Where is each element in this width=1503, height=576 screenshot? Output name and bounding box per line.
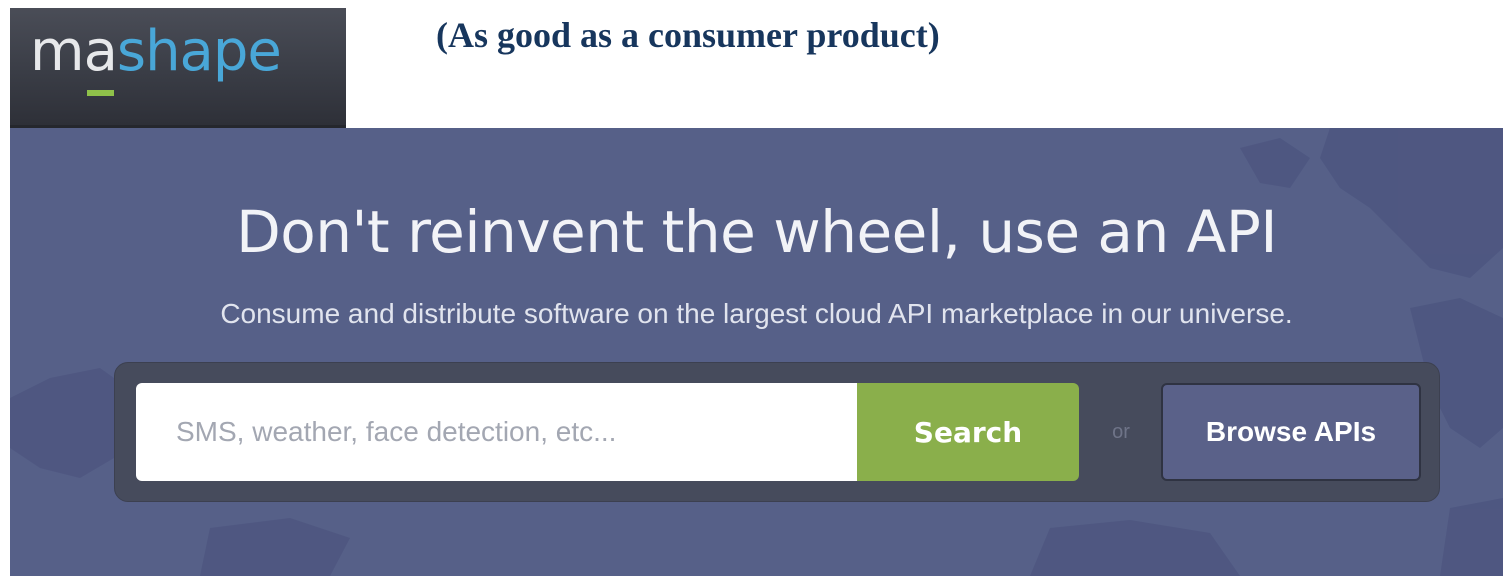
logo-part-m: m <box>30 19 85 84</box>
logo-part-a: a <box>83 19 118 84</box>
world-map-background <box>10 128 1503 576</box>
hero-section: Don't reinvent the wheel, use an API Con… <box>10 128 1503 576</box>
mashape-logo: mashape <box>10 8 346 128</box>
browse-apis-button[interactable]: Browse APIs <box>1161 383 1421 481</box>
search-panel: Search or Browse APIs <box>114 362 1440 502</box>
or-separator: or <box>1112 421 1130 443</box>
logo-part-shape: shape <box>116 19 282 84</box>
search-button[interactable]: Search <box>857 383 1079 481</box>
search-input[interactable] <box>136 383 857 481</box>
hero-subline: Consume and distribute software on the l… <box>220 298 1293 329</box>
hero-headline: Don't reinvent the wheel, use an API <box>236 198 1277 266</box>
logo-wordmark: mashape <box>30 24 282 80</box>
slide: mashape (As good as a consumer product) … <box>0 0 1503 576</box>
slide-caption: (As good as a consumer product) <box>436 15 940 55</box>
